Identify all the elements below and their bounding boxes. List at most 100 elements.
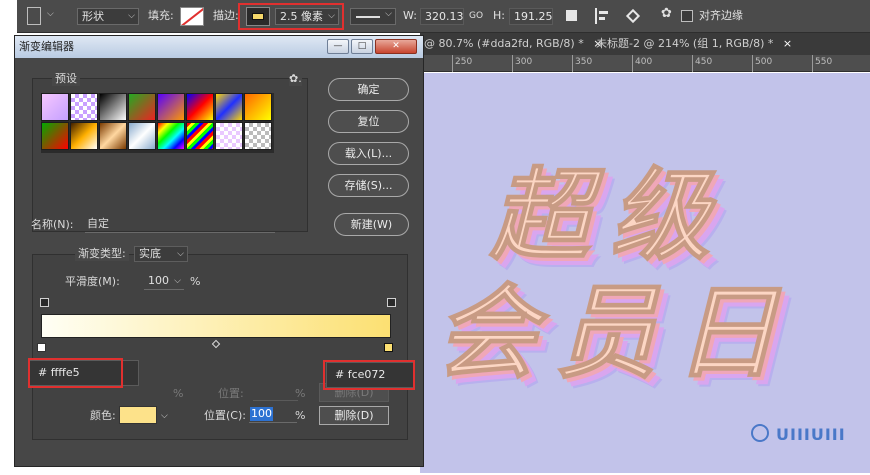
dialog-title: 渐变编辑器	[19, 40, 74, 53]
path-operations-icon[interactable]	[566, 10, 577, 21]
preset-swatch[interactable]	[244, 93, 272, 121]
preset-swatch[interactable]	[186, 93, 214, 121]
link-icon[interactable]: GO	[469, 9, 483, 23]
gradient-type-select[interactable]: 实底 ⌵	[134, 246, 188, 262]
chevron-down-icon: ⌵	[174, 276, 181, 286]
canvas-title-char: 超	[489, 157, 591, 274]
new-button[interactable]: 新建(W)	[334, 213, 409, 236]
stroke-type-select[interactable]: ⌵	[350, 8, 396, 25]
ruler-tick	[632, 55, 633, 72]
tab-document-2[interactable]: 未标题-2 @ 214% (组 1, RGB/8) * ×	[596, 33, 792, 55]
tool-mode-value: 形状	[82, 10, 104, 23]
name-field[interactable]: 自定	[85, 216, 275, 233]
preset-swatch[interactable]	[128, 93, 156, 121]
tool-mode-select[interactable]: 形状 ⌵	[77, 8, 139, 25]
close-icon[interactable]: ×	[783, 37, 792, 50]
tab-document-1[interactable]: @ 80.7% (#dda2fd, RGB/8) * ×	[424, 33, 602, 55]
presets-gear-icon[interactable]: ✿.	[289, 72, 302, 86]
ruler-label: 400	[635, 57, 653, 67]
canvas-title-char: 会	[434, 274, 538, 393]
path-alignment-icon[interactable]	[595, 8, 609, 24]
preset-swatch[interactable]	[99, 122, 127, 150]
opacity-position-field	[253, 386, 298, 401]
align-edges-label: 对齐边缘	[699, 9, 743, 22]
preset-swatch[interactable]	[186, 122, 214, 150]
document-canvas[interactable]: 超 级 会 员 日 UIIIUIII	[420, 73, 870, 473]
preset-swatch[interactable]	[128, 122, 156, 150]
preset-swatch[interactable]	[157, 122, 185, 150]
minimize-icon[interactable]: —	[327, 39, 349, 54]
position-value: 100	[250, 407, 273, 421]
preset-swatch[interactable]	[215, 93, 243, 121]
watermark-logo-icon	[751, 424, 769, 442]
hex-left-highlight	[28, 358, 123, 388]
canvas-title-char: 员	[554, 274, 658, 393]
width-value: 320.13	[425, 10, 464, 23]
ruler-tick	[752, 55, 753, 72]
chevron-down-icon: ⌵	[128, 11, 135, 21]
path-arrangement-icon[interactable]	[623, 8, 641, 25]
gradient-preview-bar[interactable]	[41, 314, 391, 338]
position-label: 位置(C):	[204, 409, 246, 422]
color-stop-right[interactable]	[384, 343, 393, 352]
delete-color-stop-button[interactable]: 删除(D)	[319, 406, 389, 425]
preset-swatch[interactable]	[70, 93, 98, 121]
gradient-settings-panel: 渐变类型: 实底 ⌵ 平滑度(M): 100 ⌵ % % 位置: % 删除(D)…	[32, 246, 408, 440]
save-button[interactable]: 存储(S)...	[328, 174, 409, 197]
no-fill-slash-icon	[181, 8, 203, 25]
tool-preset-icon[interactable]	[27, 7, 41, 25]
align-edges-checkbox[interactable]	[681, 10, 693, 22]
document-tabs: @ 80.7% (#dda2fd, RGB/8) * × 未标题-2 @ 214…	[420, 33, 870, 55]
fill-swatch[interactable]	[180, 7, 204, 26]
ruler-label: 300	[515, 57, 533, 67]
preset-swatch[interactable]	[215, 122, 243, 150]
ruler-tick	[512, 55, 513, 72]
presets-label: 预设	[52, 72, 80, 86]
preset-swatch[interactable]	[41, 93, 69, 121]
preset-swatch[interactable]	[70, 122, 98, 150]
preset-swatch[interactable]	[99, 93, 127, 121]
reset-button[interactable]: 复位	[328, 110, 409, 133]
gradient-type-value: 实底	[139, 247, 161, 260]
preset-swatch[interactable]	[41, 122, 69, 150]
stroke-line-icon	[356, 16, 380, 18]
opacity-stop-left[interactable]	[40, 298, 49, 307]
smoothness-field[interactable]: 100 ⌵	[144, 274, 184, 290]
height-label: H:	[493, 9, 505, 22]
ok-button[interactable]: 确定	[328, 78, 409, 101]
opacity-position-label: 位置:	[218, 387, 244, 400]
height-value: 191.25	[514, 10, 553, 23]
ruler-label: 500	[755, 57, 773, 67]
position-field[interactable]: 100	[249, 407, 297, 423]
tab-label: @ 80.7% (#dda2fd, RGB/8) *	[424, 37, 584, 50]
tab-label: 未标题-2 @ 214% (组 1, RGB/8) *	[596, 37, 774, 50]
position-unit: %	[295, 409, 306, 422]
color-swatch[interactable]	[119, 406, 157, 424]
opacity-stop-right[interactable]	[387, 298, 396, 307]
gear-icon[interactable]: ✿	[661, 7, 672, 21]
opacity-position-unit: %	[295, 387, 306, 400]
chevron-down-icon[interactable]: ⌵	[161, 409, 168, 423]
stroke-highlight	[238, 3, 344, 30]
ruler-tick	[692, 55, 693, 72]
gradient-type-label: 渐变类型:	[75, 247, 129, 261]
opacity-unit: %	[173, 387, 184, 400]
watermark-text: UIIIUIII	[776, 425, 846, 444]
ruler-label: 250	[455, 57, 473, 67]
load-button[interactable]: 载入(L)...	[328, 142, 409, 165]
width-label: W:	[403, 9, 417, 22]
midpoint-diamond-icon[interactable]	[211, 339, 221, 349]
maximize-icon[interactable]: □	[351, 39, 373, 54]
color-stop-left[interactable]	[37, 343, 46, 352]
chevron-down-icon[interactable]: ⌵	[47, 9, 54, 19]
color-label: 颜色:	[90, 409, 116, 422]
close-icon[interactable]: ✕	[375, 39, 417, 54]
preset-swatch[interactable]	[157, 93, 185, 121]
preset-swatch[interactable]	[244, 122, 272, 150]
height-field[interactable]: 191.25	[509, 8, 553, 25]
ruler-tick	[452, 55, 453, 72]
smoothness-unit: %	[190, 275, 201, 288]
chevron-down-icon: ⌵	[177, 249, 184, 259]
width-field[interactable]: 320.13	[420, 8, 464, 25]
horizontal-ruler[interactable]: 250 300 350 400 450 500 550	[420, 55, 870, 72]
